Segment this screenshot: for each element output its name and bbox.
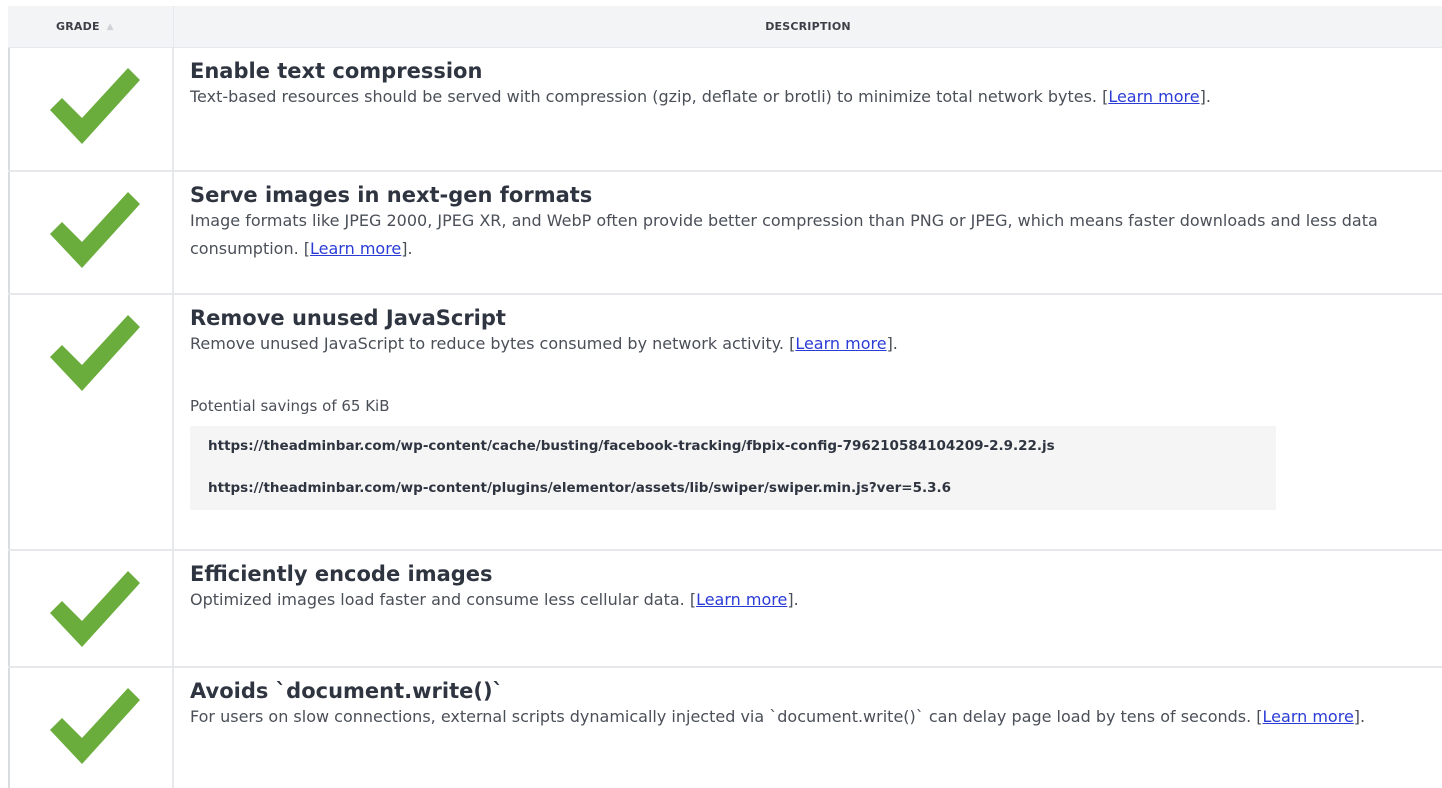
checkmark-icon: [50, 192, 140, 268]
checkmark-icon: [50, 688, 140, 764]
table-row: Efficiently encode images Optimized imag…: [8, 551, 1442, 668]
audit-table: GRADE ▲ DESCRIPTION Enable text compress…: [8, 6, 1442, 788]
learn-more-link[interactable]: Learn more: [1108, 87, 1199, 106]
audit-title: Avoids `document.write()`: [190, 679, 504, 703]
description-text: Remove unused JavaScript to reduce bytes…: [190, 334, 796, 353]
description-cell: Avoids `document.write()` For users on s…: [174, 668, 1442, 788]
description-suffix: ].: [787, 590, 799, 609]
audit-description: Image formats like JPEG 2000, JPEG XR, a…: [190, 207, 1422, 263]
audit-title: Serve images in next-gen formats: [190, 183, 593, 207]
learn-more-link[interactable]: Learn more: [310, 239, 401, 258]
checkmark-icon: [50, 571, 140, 647]
resource-url: https://theadminbar.com/wp-content/cache…: [208, 438, 1055, 454]
grade-column-header[interactable]: GRADE ▲: [8, 6, 174, 47]
table-row: Remove unused JavaScript Remove unused J…: [8, 295, 1442, 551]
learn-more-link[interactable]: Learn more: [696, 590, 787, 609]
description-text: Optimized images load faster and consume…: [190, 590, 697, 609]
description-cell: Efficiently encode images Optimized imag…: [174, 551, 1442, 666]
audit-description: Text-based resources should be served wi…: [190, 83, 1422, 111]
audit-description: Remove unused JavaScript to reduce bytes…: [190, 330, 1422, 358]
resource-url: https://theadminbar.com/wp-content/plugi…: [208, 480, 952, 496]
learn-more-link[interactable]: Learn more: [1263, 707, 1354, 726]
table-row: Serve images in next-gen formats Image f…: [8, 172, 1442, 295]
audit-description: For users on slow connections, external …: [190, 703, 1422, 731]
grade-header-label: GRADE: [56, 20, 100, 33]
description-suffix: ].: [401, 239, 413, 258]
checkmark-icon: [50, 315, 140, 391]
checkmark-icon: [50, 68, 140, 144]
learn-more-link[interactable]: Learn more: [795, 334, 886, 353]
description-cell: Serve images in next-gen formats Image f…: [174, 172, 1442, 293]
sort-ascending-icon[interactable]: ▲: [107, 22, 114, 32]
description-suffix: ].: [1353, 707, 1366, 726]
grade-cell: [8, 668, 174, 788]
description-suffix: ].: [886, 334, 898, 353]
audit-description: Optimized images load faster and consume…: [190, 586, 1422, 614]
table-row: Enable text compression Text-based resou…: [8, 48, 1442, 172]
audit-title: Remove unused JavaScript: [190, 306, 506, 330]
table-row: Avoids `document.write()` For users on s…: [8, 668, 1442, 788]
description-header-label: DESCRIPTION: [765, 20, 851, 33]
description-cell: Remove unused JavaScript Remove unused J…: [174, 295, 1442, 549]
grade-cell: [8, 295, 174, 549]
table-header: GRADE ▲ DESCRIPTION: [8, 6, 1442, 48]
grade-cell: [8, 172, 174, 293]
potential-savings: Potential savings of 65 KiB: [190, 397, 390, 415]
url-list: https://theadminbar.com/wp-content/cache…: [190, 426, 1276, 510]
description-cell: Enable text compression Text-based resou…: [174, 48, 1442, 170]
description-text: Text-based resources should be served wi…: [190, 87, 1109, 106]
grade-cell: [8, 48, 174, 170]
audit-title: Enable text compression: [190, 59, 483, 83]
description-text: For users on slow connections, external …: [190, 707, 1263, 726]
audit-title: Efficiently encode images: [190, 562, 493, 586]
grade-cell: [8, 551, 174, 666]
description-suffix: ].: [1199, 87, 1211, 106]
description-column-header: DESCRIPTION: [174, 6, 1442, 47]
